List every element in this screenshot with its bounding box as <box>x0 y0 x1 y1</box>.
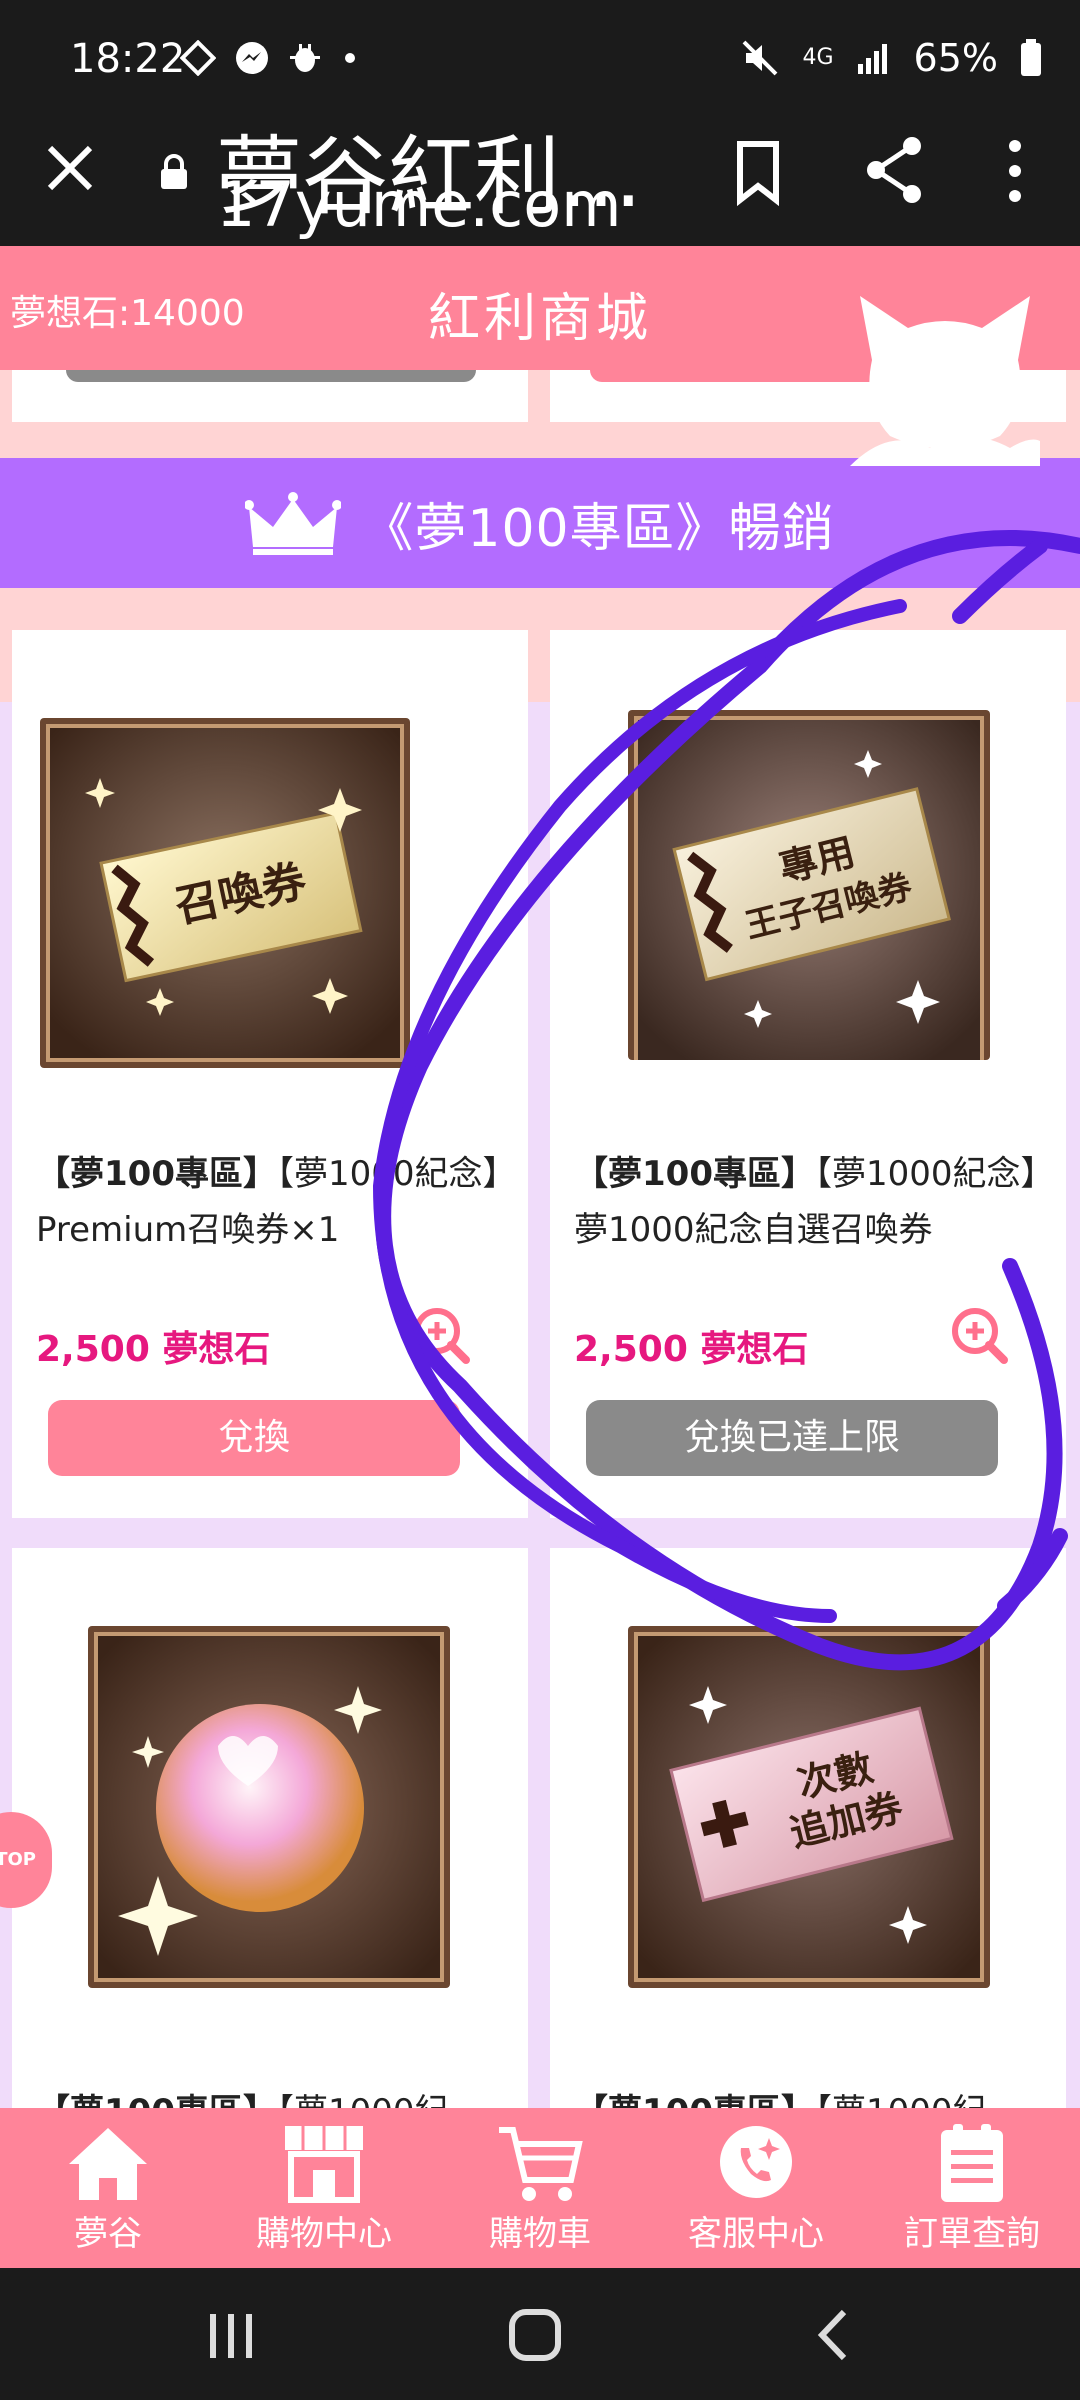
zoom-in-icon[interactable] <box>948 1304 1010 1366</box>
dot-icon <box>345 53 355 63</box>
nav-label: 購物車 <box>489 2214 591 2254</box>
nav-label: 客服中心 <box>688 2214 824 2254</box>
product-name[interactable]: 【夢100專區】【夢1000紀念】Premium召喚券×1 <box>36 1146 508 1258</box>
nav-label: 訂單查詢 <box>904 2214 1040 2254</box>
home-system-icon[interactable] <box>500 2300 570 2370</box>
status-time: 18:22 <box>70 36 186 82</box>
nav-label: 夢谷 <box>74 2214 142 2254</box>
system-navigation-bar <box>0 2268 1080 2400</box>
status-bar: 18:22 4G 65% <box>0 0 1080 118</box>
recent-apps-icon[interactable] <box>196 2300 266 2370</box>
product-name[interactable]: 【夢100專區】【夢1000紀念】夢1000紀念自選召喚券 <box>574 1146 1046 1258</box>
redeem-limit-reached-button[interactable]: 兌換已達上限 <box>586 1400 998 1476</box>
cat-mascot-icon <box>850 296 1040 466</box>
browser-toolbar: 夢谷紅利... 17yume.com <box>0 118 1080 246</box>
extra-count-ticket-image: 次數 追加券 <box>628 1626 990 1988</box>
product-price: 2,500 夢想石 <box>36 1329 271 1370</box>
share-icon[interactable] <box>862 134 928 206</box>
diamond-notification-icon <box>180 40 216 76</box>
product-card[interactable]: 專用 王子召喚券 【夢100專區】【夢1000紀念】夢1000紀念自選召喚券 2… <box>550 630 1066 1518</box>
product-card[interactable]: 【夢100專區】【夢1000紀 <box>12 1548 528 2108</box>
back-icon[interactable] <box>800 2300 870 2370</box>
prince-summon-ticket-image: 專用 王子召喚券 <box>628 710 990 1060</box>
mute-icon <box>743 40 778 76</box>
product-name[interactable]: 【夢100專區】【夢1000紀 <box>574 2084 1046 2108</box>
system-status-icons: 4G 65% <box>740 36 1042 80</box>
bottom-navigation: 夢谷 購物中心 購物車 客服中心 訂單查詢 <box>0 2108 1080 2268</box>
product-tag: 【夢100專區】 <box>36 2092 277 2108</box>
more-options-icon[interactable] <box>990 136 1040 206</box>
battery-icon <box>1021 39 1041 76</box>
home-icon <box>69 2128 147 2200</box>
zoom-in-icon[interactable] <box>410 1304 472 1366</box>
notification-icons <box>180 40 360 76</box>
order-icon <box>941 2124 1003 2202</box>
close-button[interactable] <box>40 138 100 198</box>
product-title: 【夢1000紀 <box>815 2092 987 2108</box>
product-image[interactable]: 次數 追加券 <box>628 1626 990 1988</box>
battery-percent: 65% <box>913 36 998 80</box>
nav-order-query[interactable]: 訂單查詢 <box>864 2108 1080 2268</box>
network-type: 4G <box>802 45 834 70</box>
magic-orb-image <box>88 1626 450 1988</box>
product-card[interactable]: 次數 追加券 【夢100專區】【夢1000紀 <box>550 1548 1066 2108</box>
product-image[interactable] <box>88 1626 450 1988</box>
nav-shopping-center[interactable]: 購物中心 <box>216 2108 432 2268</box>
section-title: 《夢100專區》暢銷 <box>361 498 835 559</box>
lock-icon <box>161 154 187 189</box>
product-title: 【夢1000紀 <box>277 2092 449 2108</box>
section-banner: 《夢100專區》暢銷 <box>0 458 1080 588</box>
product-tag: 【夢100專區】 <box>574 2092 815 2108</box>
product-image[interactable]: 專用 王子召喚券 <box>628 710 990 1060</box>
bug-icon <box>290 44 320 72</box>
product-name[interactable]: 【夢100專區】【夢1000紀 <box>36 2084 508 2108</box>
web-content: 夢想石:14000 紅利商城 《夢100專區》暢銷 召喚券 【夢100專區】【夢… <box>0 246 1080 2108</box>
nav-home[interactable]: 夢谷 <box>0 2108 216 2268</box>
product-card[interactable]: 召喚券 【夢100專區】【夢1000紀念】Premium召喚券×1 2,500 … <box>12 630 528 1518</box>
bookmark-icon[interactable] <box>730 138 786 208</box>
summon-ticket-image: 召喚券 <box>40 718 410 1068</box>
url-text[interactable]: 17yume.com <box>216 168 622 241</box>
nav-cart[interactable]: 購物車 <box>432 2108 648 2268</box>
redeem-button[interactable]: 兌換 <box>48 1400 460 1476</box>
signal-icon <box>857 44 887 74</box>
nav-label: 購物中心 <box>256 2214 392 2254</box>
product-button-partial[interactable] <box>66 370 476 382</box>
close-icon <box>47 145 93 191</box>
support-icon <box>720 2126 792 2198</box>
cart-icon <box>499 2127 583 2201</box>
product-tag: 【夢100專區】 <box>574 1154 815 1194</box>
store-icon <box>285 2126 363 2203</box>
messenger-icon <box>236 42 268 74</box>
product-tag: 【夢100專區】 <box>36 1154 277 1194</box>
product-image[interactable]: 召喚券 <box>40 718 410 1068</box>
product-price: 2,500 夢想石 <box>574 1329 809 1370</box>
crown-icon <box>245 492 342 555</box>
nav-support[interactable]: 客服中心 <box>648 2108 864 2268</box>
